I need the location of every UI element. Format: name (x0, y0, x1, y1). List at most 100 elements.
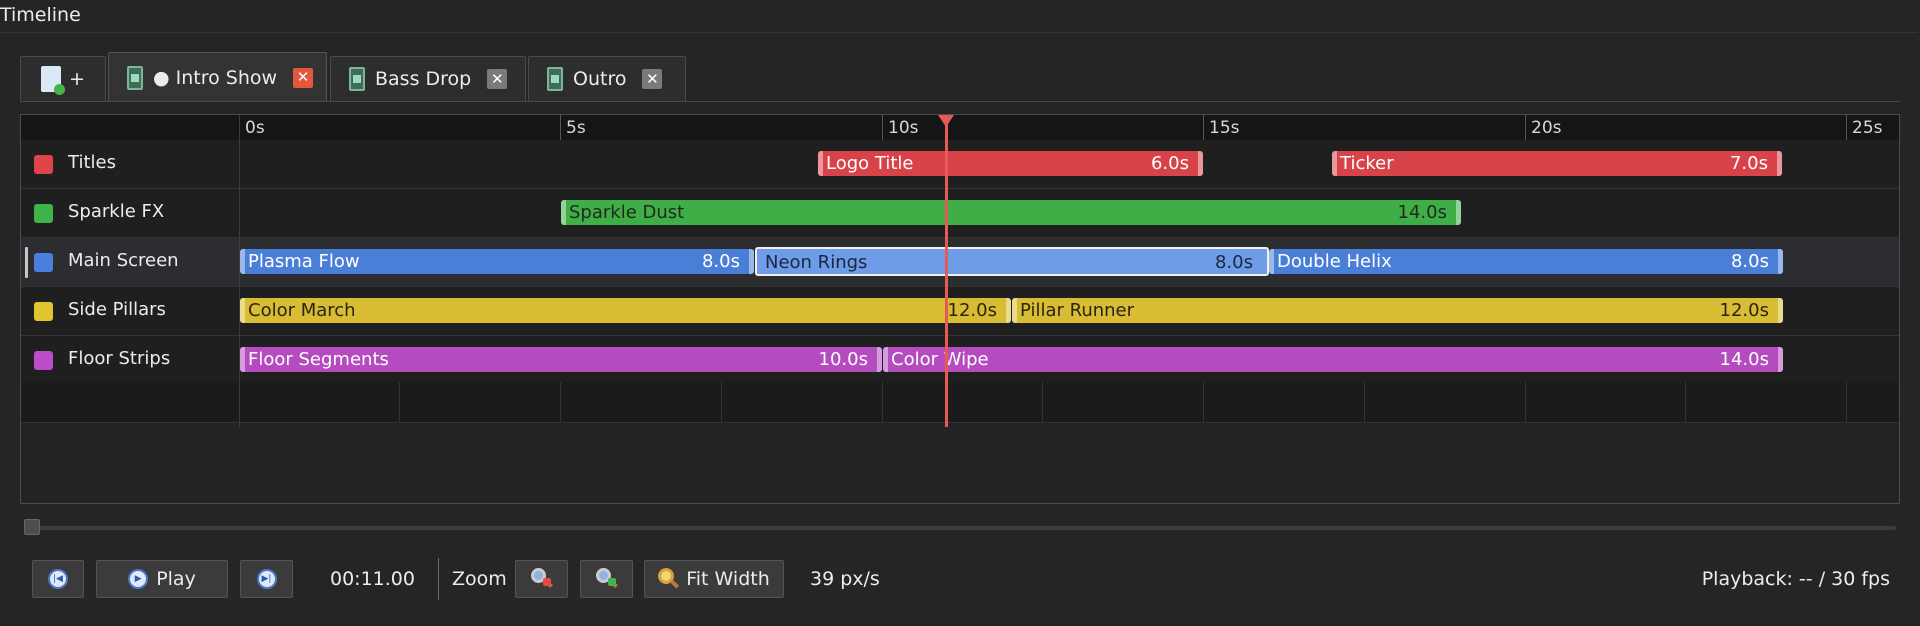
close-icon[interactable]: ✕ (293, 67, 314, 88)
tab-outro[interactable]: Outro ✕ (528, 56, 686, 101)
clip-trim-handle-left[interactable] (883, 347, 888, 372)
clip-trim-handle-right[interactable] (877, 347, 882, 372)
grid-line (721, 382, 722, 422)
clip-duration: 8.0s (1730, 251, 1769, 272)
zoom-out-button[interactable] (515, 560, 568, 598)
current-time: 00:11.00 (330, 568, 415, 590)
track-side-pillars[interactable]: Side Pillars Color March 12.0s Pillar Ru… (21, 287, 1899, 336)
clip-trim-handle-left[interactable] (1332, 151, 1337, 176)
tab-label: Bass Drop (375, 68, 472, 90)
clip-trim-handle-left[interactable] (818, 151, 823, 176)
new-tab-button[interactable]: + (20, 56, 106, 101)
play-button[interactable]: ▶ Play (96, 560, 228, 598)
clip-name: Pillar Runner (1020, 300, 1135, 321)
clip-trim-handle-left[interactable] (240, 298, 245, 323)
track-floor-strips[interactable]: Floor Strips Floor Segments 10.0s Color … (21, 336, 1899, 385)
skip-to-start-button[interactable]: |◀ (32, 560, 84, 598)
clip-trim-handle-left[interactable] (561, 200, 566, 225)
close-icon[interactable]: ✕ (487, 69, 508, 89)
clip-trim-handle-right[interactable] (1778, 347, 1783, 372)
ruler-label-0s: 0s (245, 118, 265, 138)
clip-name: Neon Rings (765, 252, 868, 273)
clip-duration: 14.0s (1719, 349, 1769, 370)
play-label: Play (156, 568, 196, 590)
empty-track-row[interactable] (21, 382, 1899, 423)
clip-name: Sparkle Dust (569, 202, 685, 223)
clip-pillar-runner[interactable]: Pillar Runner 12.0s (1012, 298, 1783, 323)
clip-logo-title[interactable]: Logo Title 6.0s (818, 151, 1203, 176)
ruler-tick (1203, 115, 1204, 140)
zoom-in-button[interactable] (580, 560, 633, 598)
grid-line (1525, 382, 1526, 422)
tab-intro-show[interactable]: ● Intro Show ✕ (108, 52, 327, 102)
track-color-swatch[interactable] (34, 204, 53, 223)
grid-line (560, 382, 561, 422)
play-icon: ▶ (128, 569, 149, 589)
clip-ticker[interactable]: Ticker 7.0s (1332, 151, 1782, 176)
grid-line (1203, 382, 1204, 422)
tab-bass-drop[interactable]: Bass Drop ✕ (330, 56, 526, 101)
clip-duration: 10.0s (818, 349, 868, 370)
grid-line (1685, 382, 1686, 422)
track-name: Sparkle FX (68, 201, 165, 222)
track-titles[interactable]: Titles Logo Title 6.0s Ticker 7.0s (21, 140, 1899, 189)
track-color-swatch[interactable] (34, 155, 53, 174)
magnifier-icon (658, 568, 680, 590)
grid-line (882, 382, 883, 422)
ruler-tick (1846, 115, 1847, 140)
skip-to-end-button[interactable]: ▶| (240, 560, 293, 598)
clip-trim-handle-right[interactable] (1006, 298, 1011, 323)
track-name: Side Pillars (68, 299, 166, 320)
playback-status: Playback: -- / 30 fps (1701, 568, 1890, 590)
clip-trim-handle-right[interactable] (749, 249, 754, 274)
clip-color-wipe[interactable]: Color Wipe 14.0s (883, 347, 1783, 372)
playhead-line[interactable] (945, 115, 948, 427)
horizontal-scrollbar[interactable] (24, 526, 1896, 530)
film-strip-icon (547, 67, 563, 91)
clip-neon-rings[interactable]: Neon Rings 8.0s (755, 247, 1269, 276)
track-color-swatch[interactable] (34, 351, 53, 370)
clip-trim-handle-right[interactable] (1777, 151, 1782, 176)
ruler-tick (1525, 115, 1526, 140)
tab-label: ● Intro Show (153, 66, 278, 89)
clip-trim-handle-right[interactable] (1456, 200, 1461, 225)
new-tab-label: + (69, 68, 85, 90)
clip-floor-segments[interactable]: Floor Segments 10.0s (240, 347, 882, 372)
close-icon[interactable]: ✕ (642, 69, 663, 89)
clip-name: Ticker (1340, 153, 1394, 174)
track-name: Floor Strips (68, 348, 171, 369)
clip-sparkle-dust[interactable]: Sparkle Dust 14.0s (561, 200, 1461, 225)
clip-trim-handle-right[interactable] (1198, 151, 1203, 176)
fit-width-button[interactable]: Fit Width (644, 560, 784, 598)
zoom-scale-readout: 39 px/s (810, 568, 880, 590)
clip-plasma-flow[interactable]: Plasma Flow 8.0s (240, 249, 754, 274)
clip-name: Color March (248, 300, 356, 321)
clip-color-march[interactable]: Color March 12.0s (240, 298, 1011, 323)
clip-duration: 8.0s (1214, 252, 1253, 273)
clip-double-helix[interactable]: Double Helix 8.0s (1269, 249, 1783, 274)
clip-trim-handle-left[interactable] (240, 249, 245, 274)
tab-label: Outro (573, 68, 627, 90)
clip-duration: 7.0s (1729, 153, 1768, 174)
skip-to-end-icon: ▶| (256, 569, 277, 589)
clip-trim-handle-right[interactable] (1778, 298, 1783, 323)
track-name: Titles (68, 152, 116, 173)
playhead-handle[interactable] (938, 115, 954, 127)
time-ruler[interactable]: 0s 5s 10s 15s 20s 25s (21, 115, 1899, 141)
timeline-canvas[interactable]: 0s 5s 10s 15s 20s 25s Titles Logo Title … (20, 114, 1900, 504)
scrollbar-thumb[interactable] (24, 519, 40, 535)
clip-name: Floor Segments (248, 349, 389, 370)
track-name: Main Screen (68, 250, 179, 271)
clip-trim-handle-right[interactable] (1778, 249, 1783, 274)
clip-name: Color Wipe (891, 349, 989, 370)
track-sparkle-fx[interactable]: Sparkle FX Sparkle Dust 14.0s (21, 189, 1899, 238)
clip-duration: 14.0s (1397, 202, 1447, 223)
track-color-swatch[interactable] (34, 253, 53, 272)
clip-trim-handle-left[interactable] (1269, 249, 1274, 274)
clip-name: Double Helix (1277, 251, 1392, 272)
clip-duration: 12.0s (1719, 300, 1769, 321)
track-color-swatch[interactable] (34, 302, 53, 321)
clip-trim-handle-left[interactable] (240, 347, 245, 372)
track-main-screen[interactable]: Main Screen Plasma Flow 8.0s Neon Rings … (21, 238, 1899, 287)
clip-trim-handle-left[interactable] (1012, 298, 1017, 323)
